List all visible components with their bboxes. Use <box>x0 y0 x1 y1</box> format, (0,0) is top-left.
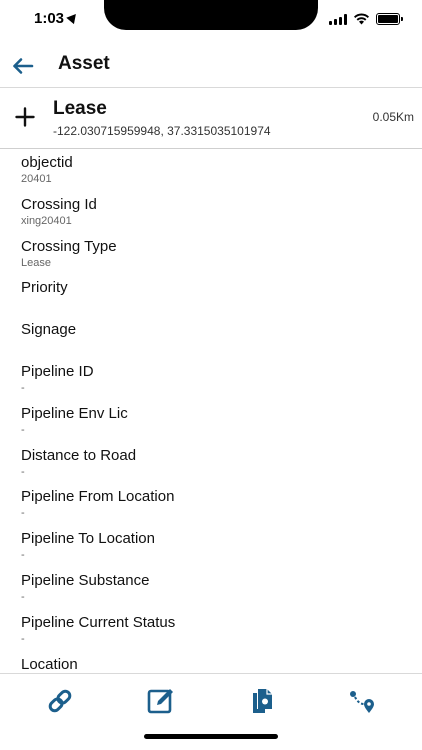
attribute-value: - <box>21 423 25 436</box>
attribute-value: - <box>21 507 25 520</box>
attribute-label: Pipeline ID <box>21 362 94 380</box>
attribute-item-objectid: objectid 20401 <box>0 150 422 192</box>
asset-distance: 0.05Km <box>372 110 414 124</box>
attribute-item-crossing-type: Crossing Type Lease <box>0 234 422 276</box>
attribute-value: Lease <box>21 256 51 269</box>
home-indicator[interactable] <box>144 734 278 739</box>
attribute-label: Crossing Id <box>21 195 97 213</box>
attribute-item-location: Location <box>0 652 422 673</box>
status-indicators <box>329 12 403 26</box>
attribute-item-pipeline-current-status: Pipeline Current Status - <box>0 610 422 652</box>
attribute-value: - <box>21 465 25 478</box>
cellular-signal-icon <box>329 13 347 25</box>
navigation-bar: Asset <box>0 44 422 88</box>
asset-name: Lease <box>53 98 107 119</box>
attribute-item-pipeline-from-location: Pipeline From Location - <box>0 484 422 526</box>
wifi-icon <box>354 13 369 25</box>
attribute-value: - <box>21 381 25 394</box>
plus-icon[interactable] <box>15 107 35 127</box>
link-icon <box>48 689 72 713</box>
attribute-item-pipeline-to-location: Pipeline To Location - <box>0 526 422 568</box>
attribute-label: Pipeline Current Status <box>21 613 176 631</box>
attribute-list[interactable]: objectid 20401 Crossing Id xing20401 Cro… <box>0 150 422 673</box>
attribute-value: xing20401 <box>21 214 72 227</box>
attribute-label: Signage <box>21 321 77 339</box>
attribute-item-pipeline-env-lic: Pipeline Env Lic - <box>0 401 422 443</box>
attribute-value: - <box>21 590 25 603</box>
battery-level <box>378 15 398 23</box>
attribute-label: Pipeline From Location <box>21 488 175 506</box>
link-button[interactable] <box>45 686 75 716</box>
attribute-item-crossing-id: Crossing Id xing20401 <box>0 192 422 234</box>
attribute-item-signage: Signage <box>0 317 422 359</box>
documents-icon <box>253 689 272 713</box>
documents-button[interactable] <box>247 686 277 716</box>
attribute-label: Pipeline Env Lic <box>21 404 128 422</box>
attribute-value: 20401 <box>21 173 52 185</box>
edit-icon <box>147 689 173 714</box>
attribute-item-pipeline-id: Pipeline ID - <box>0 359 422 401</box>
status-bar: 1:03 <box>0 0 422 44</box>
back-arrow-icon[interactable] <box>10 53 36 79</box>
asset-coordinates: -122.030715959948, 37.3315035101974 <box>53 124 271 138</box>
attribute-label: Distance to Road <box>21 446 137 464</box>
attribute-value: - <box>21 549 25 562</box>
attribute-item-pipeline-substance: Pipeline Substance - <box>0 568 422 610</box>
attribute-label: Crossing Type <box>21 237 117 255</box>
attribute-value: - <box>21 632 25 645</box>
device-notch <box>104 0 318 30</box>
route-icon <box>350 691 374 713</box>
battery-icon <box>376 13 403 25</box>
location-arrow-icon <box>66 10 80 25</box>
attribute-item-priority: Priority <box>0 275 422 317</box>
status-time: 1:03 <box>34 10 80 27</box>
attribute-label: Pipeline To Location <box>21 530 155 548</box>
attribute-label: Location <box>21 655 78 673</box>
edit-button[interactable] <box>146 686 176 716</box>
asset-header: Lease -122.030715959948, 37.331503510197… <box>0 89 422 149</box>
attribute-label: objectid <box>21 154 73 171</box>
page-title: Asset <box>58 53 110 74</box>
status-time-text: 1:03 <box>34 10 65 27</box>
attribute-item-distance-to-road: Distance to Road - <box>0 443 422 485</box>
attribute-label: Pipeline Substance <box>21 571 150 589</box>
attribute-label: Priority <box>21 279 68 297</box>
route-button[interactable] <box>346 686 376 716</box>
